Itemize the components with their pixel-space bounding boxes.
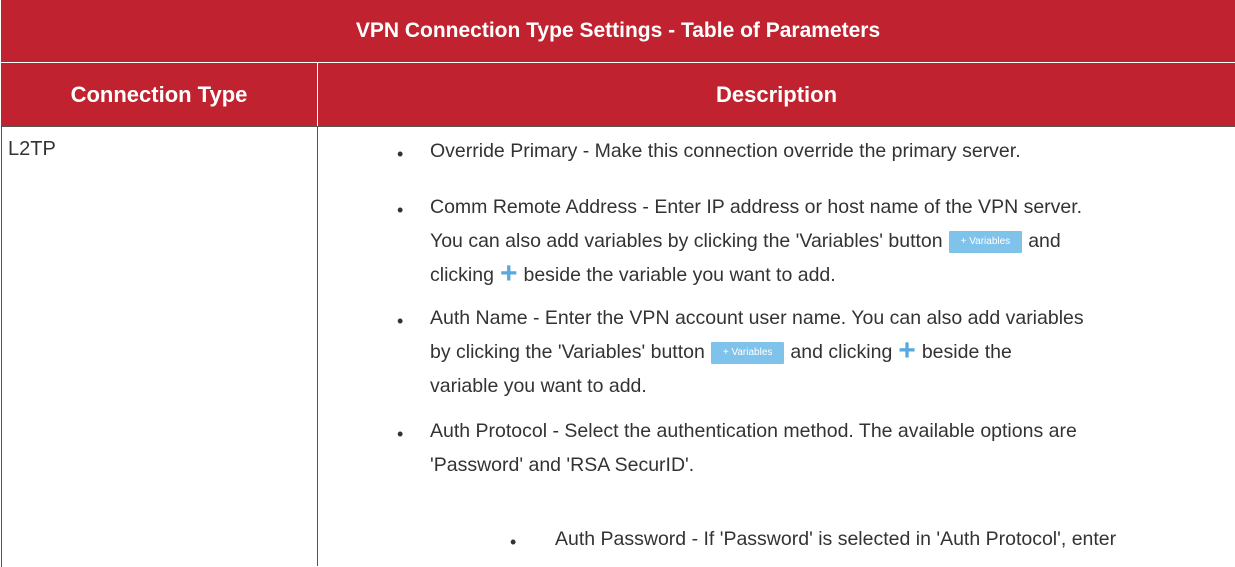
bullet-icon: • [397,144,404,164]
auth-name-line-2-rest: beside the [921,341,1012,363]
auth-name-line-2-and: and clicking [790,341,893,363]
auth-protocol-line-1: Auth Protocol - Select the authenticatio… [430,420,1077,442]
auth-name-line-1: Auth Name - Enter the VPN account user n… [430,307,1084,329]
bullet-icon: • [397,200,404,220]
column-header-description: Description [318,63,1235,126]
comm-remote-line-3-text: clicking [430,264,494,286]
variables-button[interactable]: + Variables [710,342,785,364]
comm-remote-line-3-rest: beside the variable you want to add. [523,264,836,286]
auth-name-line-2-text: by clicking the 'Variables' button [430,341,705,363]
bullet-icon: • [397,424,404,444]
auth-name-line-2: by clicking the 'Variables' button + Vari… [430,336,1012,369]
comm-remote-line-2: You can also add variables by clicking t… [430,225,1061,258]
plus-icon[interactable]: + [500,259,518,289]
bullet-icon: • [397,311,404,331]
connection-type-cell: L2TP [8,138,56,160]
sub-bullet-icon: • [510,532,517,552]
auth-password-line-1: Auth Password - If 'Password' is selecte… [555,528,1117,550]
plus-icon[interactable]: + [898,336,916,366]
comm-remote-line-2-text: You can also add variables by clicking t… [430,230,943,252]
column-header-connection-type: Connection Type [1,63,318,126]
auth-protocol-line-2: 'Password' and 'RSA SecurID'. [430,454,695,476]
comm-remote-line-1: Comm Remote Address - Enter IP address o… [430,196,1083,218]
variables-button[interactable]: + Variables [948,231,1023,253]
auth-name-line-3: variable you want to add. [430,375,647,397]
comm-remote-line-2-and: and [1028,230,1061,252]
column-divider [317,126,318,566]
comm-remote-line-3: clicking + beside the variable you want to… [430,259,836,292]
override-primary-text: Override Primary - Make this connection … [430,140,1021,162]
table-title: VPN Connection Type Settings - Table of … [1,0,1235,63]
